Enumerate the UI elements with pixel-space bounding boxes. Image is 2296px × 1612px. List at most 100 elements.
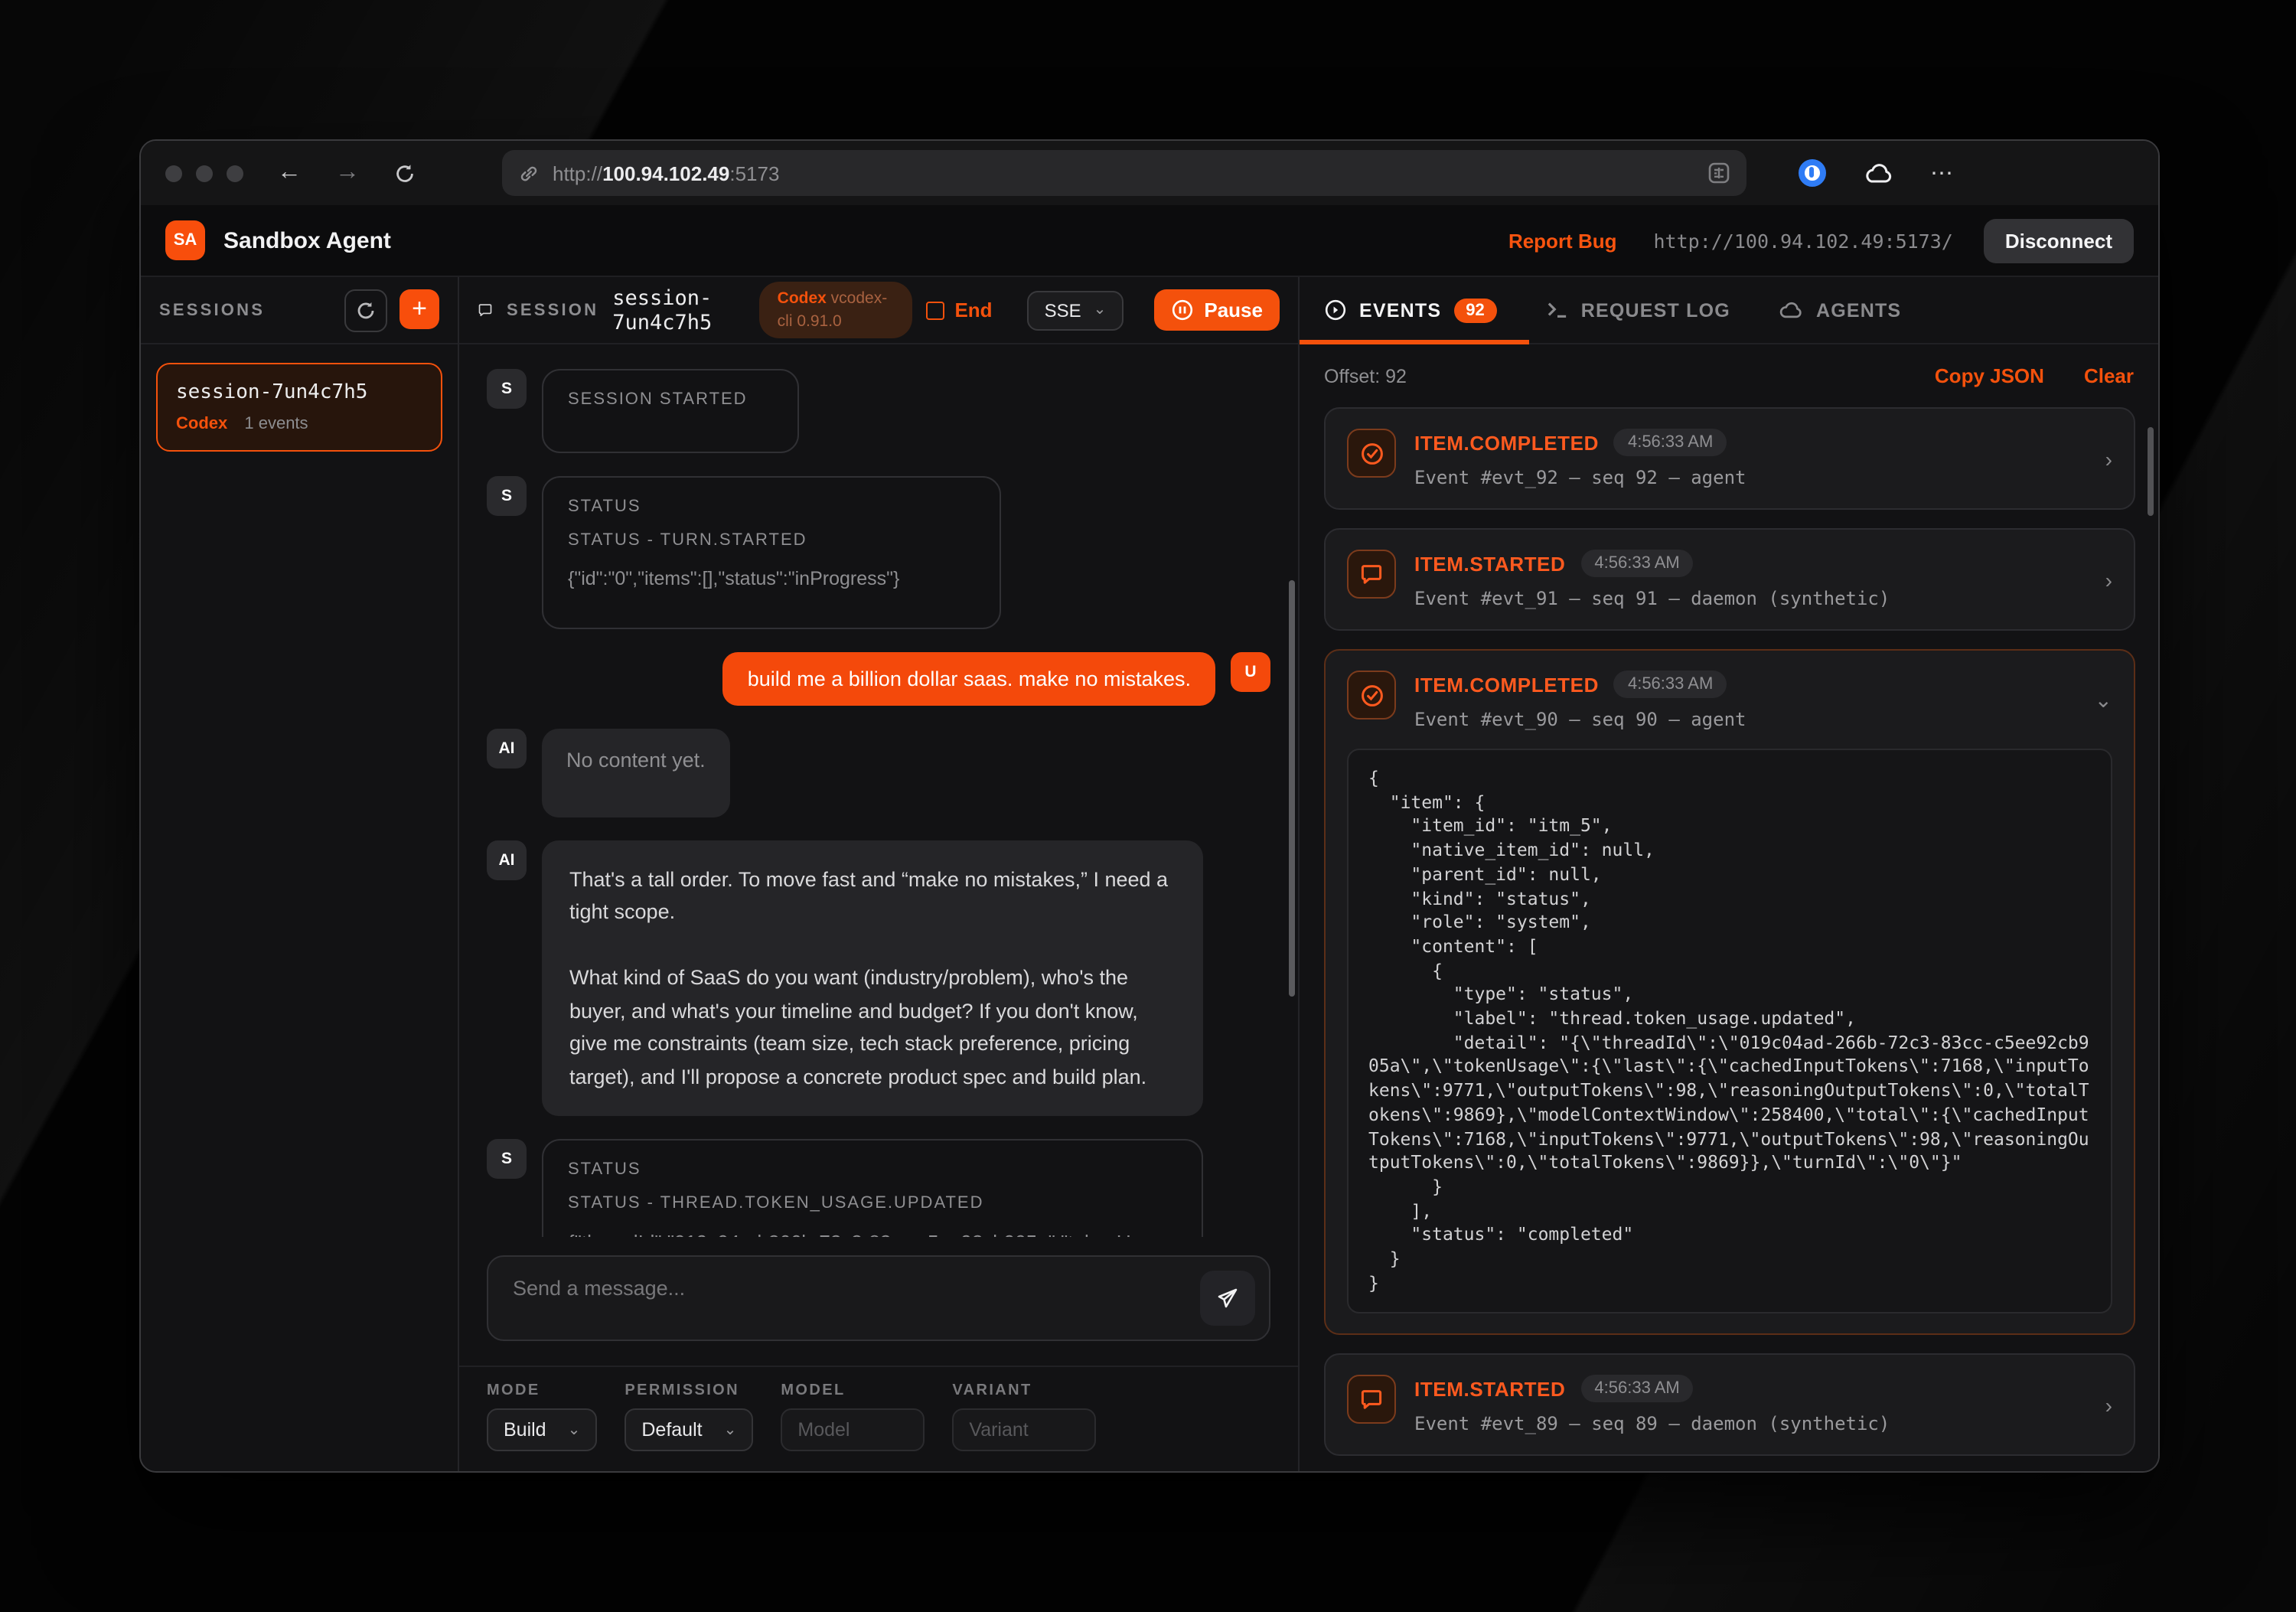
forward-icon[interactable]: →	[335, 161, 360, 185]
permission-label: PERMISSION	[625, 1382, 753, 1399]
window-controls[interactable]	[165, 165, 243, 181]
session-header-name: session-7un4c7h5	[612, 286, 745, 334]
browser-toolbar: ← → http://100.94.102.49:5173 ⋯	[141, 141, 2158, 205]
model-input[interactable]	[781, 1408, 925, 1451]
event-time: 4:56:33 AM	[1614, 429, 1727, 456]
tab-agents[interactable]: AGENTS	[1779, 299, 1901, 321]
session-name: session-7un4c7h5	[176, 381, 422, 404]
events-count-badge: 92	[1453, 298, 1497, 322]
copy-json-button[interactable]: Copy JSON	[1935, 364, 2044, 387]
clear-button[interactable]: Clear	[2084, 364, 2134, 387]
events-tabs: EVENTS 92 REQUEST LOG AGENTS	[1300, 277, 2158, 344]
app-header: SA Sandbox Agent Report Bug http://100.9…	[141, 205, 2158, 277]
transport-select[interactable]: SSE ⌄	[1028, 290, 1124, 330]
permission-select[interactable]: Default⌄	[625, 1408, 753, 1451]
end-session-button[interactable]: End	[925, 299, 992, 321]
variant-input[interactable]	[952, 1408, 1096, 1451]
toolbar-extensions: ⋯	[1799, 159, 1955, 187]
sessions-sidebar: SESSIONS + session-7un4c7h5 Codex 1 even…	[141, 277, 459, 1473]
event-meta: Event #evt_91 – seq 91 – daemon (synthet…	[1414, 588, 1890, 609]
app-logo: SA	[165, 220, 205, 260]
avatar: S	[487, 476, 527, 516]
event-meta: Event #evt_90 – seq 90 – agent	[1414, 709, 1746, 730]
chevron-down-icon: ⌄	[1094, 302, 1107, 318]
link-icon	[517, 162, 540, 184]
session-panel-header: SESSION session-7un4c7h5 Codex vcodex-cl…	[459, 277, 1298, 344]
session-list-item[interactable]: session-7un4c7h5 Codex 1 events	[156, 363, 442, 452]
message-json: {"id":"0","items":[],"status":"inProgres…	[568, 565, 975, 594]
message-list[interactable]: S SESSION STARTED S STATUS STATUS - TURN…	[459, 344, 1298, 1269]
address-bar[interactable]: http://100.94.102.49:5173	[502, 150, 1746, 196]
refresh-sessions-button[interactable]	[344, 289, 387, 331]
stop-icon	[925, 301, 944, 319]
event-meta: Event #evt_92 – seq 92 – agent	[1414, 467, 1746, 488]
pause-button[interactable]: Pause	[1153, 289, 1280, 331]
zoom-window-button[interactable]	[227, 165, 243, 181]
avatar: S	[487, 1140, 527, 1180]
terminal-icon	[1546, 300, 1569, 320]
message-sublabel: STATUS - THREAD.TOKEN_USAGE.UPDATED	[568, 1195, 1177, 1213]
event-time: 4:56:33 AM	[1580, 1375, 1693, 1403]
event-time: 4:56:33 AM	[1614, 671, 1727, 698]
reader-view-icon[interactable]	[1707, 161, 1731, 185]
mode-label: MODE	[487, 1382, 597, 1399]
events-scrollbar[interactable]	[2148, 427, 2154, 516]
event-title: ITEM.COMPLETED	[1414, 431, 1599, 454]
message-input[interactable]	[487, 1255, 1270, 1341]
event-card[interactable]: ITEM.STARTED 4:56:33 AM Event #evt_89 – …	[1324, 1354, 2135, 1457]
event-card[interactable]: ITEM.COMPLETED 4:56:33 AM Event #evt_92 …	[1324, 407, 2135, 510]
model-label: MODEL	[781, 1382, 925, 1399]
check-circle-icon	[1347, 671, 1396, 720]
event-title: ITEM.STARTED	[1414, 1378, 1565, 1401]
chevron-right-icon[interactable]: ›	[2105, 567, 2112, 592]
events-toolbar: Offset: 92 Copy JSON Clear	[1300, 344, 2158, 404]
ai-avatar: AI	[487, 729, 527, 768]
message-label: STATUS	[568, 1161, 1177, 1180]
report-bug-link[interactable]: Report Bug	[1508, 229, 1617, 252]
desktop-background: ← → http://100.94.102.49:5173 ⋯ SA Sandb…	[0, 0, 2296, 1612]
variant-label: VARIANT	[952, 1382, 1096, 1399]
cloud-icon	[1779, 300, 1804, 320]
overflow-menu-icon[interactable]: ⋯	[1930, 159, 1955, 187]
tab-events[interactable]: EVENTS 92	[1324, 298, 1497, 322]
close-window-button[interactable]	[165, 165, 182, 181]
system-message: S SESSION STARTED	[487, 369, 1270, 453]
minimize-window-button[interactable]	[196, 165, 213, 181]
avatar: S	[487, 369, 527, 409]
play-circle-icon	[1324, 299, 1347, 321]
ai-message-bubble: No content yet.	[542, 729, 730, 817]
event-list[interactable]: ITEM.COMPLETED 4:56:33 AM Event #evt_92 …	[1300, 404, 2158, 1462]
chevron-right-icon[interactable]: ›	[2105, 446, 2112, 471]
ai-message-bubble: That's a tall order. To move fast and “m…	[542, 840, 1203, 1117]
ai-avatar: AI	[487, 840, 527, 880]
cloud-icon[interactable]	[1863, 161, 1893, 185]
chat-scrollbar[interactable]	[1289, 580, 1295, 997]
new-session-button[interactable]: +	[400, 289, 439, 328]
pause-circle-icon	[1170, 299, 1193, 321]
send-icon	[1215, 1286, 1240, 1310]
event-json-block: { "item": { "item_id": "itm_5", "native_…	[1347, 749, 2112, 1314]
tab-request-log[interactable]: REQUEST LOG	[1546, 299, 1730, 321]
session-agent: Codex	[176, 415, 227, 433]
event-card[interactable]: ITEM.STARTED 4:56:33 AM Event #evt_91 – …	[1324, 528, 2135, 631]
send-button[interactable]	[1200, 1271, 1255, 1326]
agent-badge: Codex vcodex-cli 0.91.0	[759, 282, 912, 339]
password-manager-icon[interactable]	[1799, 159, 1826, 187]
back-icon[interactable]: ←	[277, 161, 302, 185]
session-label: SESSION	[507, 301, 598, 319]
system-message: S STATUS STATUS - TURN.STARTED {"id":"0"…	[487, 476, 1270, 629]
mode-select[interactable]: Build⌄	[487, 1408, 597, 1451]
disconnect-button[interactable]: Disconnect	[1984, 218, 2134, 263]
event-title: ITEM.COMPLETED	[1414, 673, 1599, 696]
sessions-title: SESSIONS	[159, 301, 265, 319]
check-circle-icon	[1347, 429, 1396, 478]
offset-label: Offset: 92	[1324, 365, 1407, 387]
event-card-expanded[interactable]: ITEM.COMPLETED 4:56:33 AM Event #evt_90 …	[1324, 649, 2135, 1336]
chevron-down-icon[interactable]: ⌄	[2095, 687, 2112, 713]
events-panel: EVENTS 92 REQUEST LOG AGENTS Offset: 92	[1300, 277, 2158, 1473]
chevron-right-icon[interactable]: ›	[2105, 1393, 2112, 1418]
browser-window: ← → http://100.94.102.49:5173 ⋯ SA Sandb…	[139, 139, 2160, 1473]
session-panel: SESSION session-7un4c7h5 Codex vcodex-cl…	[459, 277, 1300, 1473]
event-meta: Event #evt_89 – seq 89 – daemon (synthet…	[1414, 1414, 1890, 1435]
reload-icon[interactable]	[393, 162, 416, 184]
